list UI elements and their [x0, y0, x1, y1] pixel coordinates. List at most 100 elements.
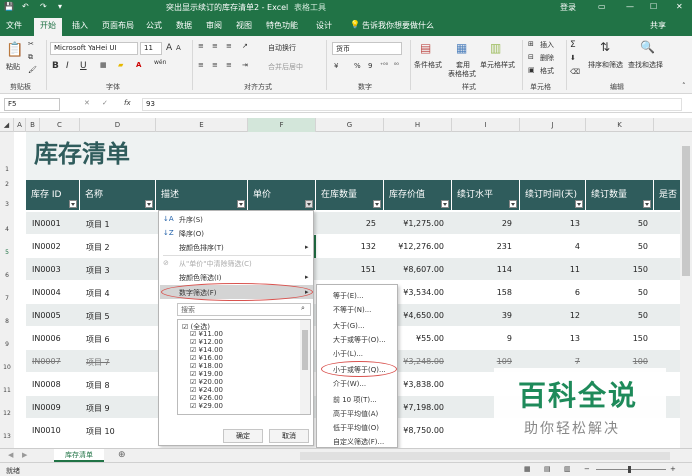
- cell-id[interactable]: IN0007: [32, 357, 61, 366]
- cell-id[interactable]: IN0006: [32, 334, 61, 343]
- autosum-icon[interactable]: Σ: [570, 40, 576, 50]
- cell-level[interactable]: 109: [454, 357, 512, 366]
- font-name-select[interactable]: Microsoft YaHei UI: [50, 42, 138, 55]
- cell-id[interactable]: IN0005: [32, 311, 61, 320]
- list-item[interactable]: ☑ ¥19.00: [190, 370, 223, 378]
- page-layout-icon[interactable]: ▤: [544, 465, 551, 473]
- undo-icon[interactable]: ↶: [22, 2, 29, 11]
- share-button[interactable]: 共享: [650, 20, 666, 31]
- cell-id[interactable]: IN0008: [32, 380, 61, 389]
- grow-font-button[interactable]: A: [166, 43, 172, 53]
- cell-order[interactable]: 150: [586, 334, 648, 343]
- row-header-6[interactable]: 6: [0, 258, 14, 281]
- col-header-g[interactable]: G: [316, 118, 384, 132]
- menu-item-greater[interactable]: 大于(G)...: [333, 321, 365, 331]
- table-format-label[interactable]: 表格格式: [448, 69, 476, 79]
- list-item[interactable]: ☑ ¥24.00: [190, 386, 223, 394]
- currency-button[interactable]: ¥: [334, 62, 338, 70]
- menu-item-below-average[interactable]: 低于平均值(O): [333, 423, 379, 433]
- align-right-icon[interactable]: ≡: [226, 61, 232, 69]
- filter-dropdown-icon[interactable]: [237, 200, 245, 208]
- list-item[interactable]: ☑ ¥11.00: [190, 330, 223, 338]
- tab-review[interactable]: 审阅: [206, 20, 222, 31]
- cell-order[interactable]: 150: [586, 265, 648, 274]
- collapse-ribbon-icon[interactable]: ˄: [682, 82, 686, 90]
- menu-item-not-equals[interactable]: 不等于(N)...: [333, 305, 371, 315]
- menu-item-less[interactable]: 小于(L)...: [333, 349, 363, 359]
- wrap-text-button[interactable]: 自动换行: [268, 43, 296, 53]
- ribbon-options-icon[interactable]: ▭: [598, 2, 606, 11]
- cell-days[interactable]: 6: [520, 288, 580, 297]
- cell-styles-button[interactable]: 单元格样式: [480, 60, 515, 70]
- cell-days[interactable]: 11: [520, 265, 580, 274]
- insert-cells-button[interactable]: 插入: [540, 40, 554, 50]
- fill-icon[interactable]: ⬇: [570, 54, 576, 62]
- format-cells-button[interactable]: 格式: [540, 66, 554, 76]
- col-header-k[interactable]: K: [586, 118, 654, 132]
- select-all-corner[interactable]: ◢: [0, 118, 14, 132]
- paste-icon[interactable]: 📋: [6, 42, 23, 58]
- filter-ok-button[interactable]: 确定: [223, 429, 263, 443]
- comma-button[interactable]: 9: [368, 62, 372, 70]
- list-item[interactable]: ☑ ¥20.00: [190, 378, 223, 386]
- sheet-tab-inventory[interactable]: 库存清单: [54, 449, 104, 462]
- cell-id[interactable]: IN0009: [32, 403, 61, 412]
- conditional-format-icon[interactable]: ▤: [420, 41, 431, 55]
- cell-level[interactable]: 114: [454, 265, 512, 274]
- delete-cells-button[interactable]: 删除: [540, 53, 554, 63]
- filter-dropdown-icon[interactable]: [69, 200, 77, 208]
- row-header-13[interactable]: 13: [0, 419, 14, 448]
- list-item[interactable]: ☑ ¥18.00: [190, 362, 223, 370]
- col-header-i[interactable]: I: [452, 118, 520, 132]
- cell-order[interactable]: 50: [586, 242, 648, 251]
- formula-input[interactable]: 93: [142, 98, 682, 111]
- percent-button[interactable]: %: [354, 62, 361, 70]
- header-inventory-id[interactable]: 库存 ID: [26, 180, 80, 210]
- cell-name[interactable]: 项目 6: [86, 334, 110, 345]
- cell-days[interactable]: 13: [520, 219, 580, 228]
- align-top-icon[interactable]: ≡: [198, 42, 204, 50]
- cell-name[interactable]: 项目 1: [86, 219, 110, 230]
- sort-filter-button[interactable]: 排序和筛选: [588, 60, 623, 70]
- header-stock-value[interactable]: 库存价值: [384, 180, 452, 210]
- fill-color-icon[interactable]: ▰: [118, 61, 123, 69]
- customize-qat-icon[interactable]: ▾: [58, 2, 62, 11]
- normal-view-icon[interactable]: ▦: [524, 465, 531, 473]
- italic-button[interactable]: I: [66, 61, 69, 71]
- tab-design[interactable]: 设计: [316, 20, 332, 31]
- confirm-entry-button[interactable]: ✓: [102, 99, 108, 107]
- cell-name[interactable]: 项目 5: [86, 311, 110, 322]
- cell-level[interactable]: 29: [454, 219, 512, 228]
- conditional-format-button[interactable]: 条件格式: [414, 60, 442, 70]
- col-header-e[interactable]: E: [156, 118, 248, 132]
- page-break-icon[interactable]: ▥: [564, 465, 571, 473]
- filter-dropdown-icon[interactable]: [373, 200, 381, 208]
- tab-features[interactable]: 特色功能: [266, 20, 298, 31]
- col-header-c[interactable]: C: [40, 118, 80, 132]
- cell-name[interactable]: 项目 7: [86, 357, 110, 368]
- row-header-10[interactable]: 10: [0, 350, 14, 373]
- cell-id[interactable]: IN0001: [32, 219, 61, 228]
- align-left-icon[interactable]: ≡: [198, 61, 204, 69]
- increase-decimal-button[interactable]: ⁺⁰⁰: [380, 62, 388, 69]
- horizontal-scrollbar[interactable]: [300, 452, 670, 460]
- col-header-b[interactable]: B: [26, 118, 40, 132]
- row-header-2[interactable]: 2: [0, 180, 14, 190]
- cell-name[interactable]: 项目 8: [86, 380, 110, 391]
- paste-button[interactable]: 粘贴: [6, 62, 20, 72]
- cell-name[interactable]: 项目 9: [86, 403, 110, 414]
- cell-days[interactable]: 7: [520, 357, 580, 366]
- sort-filter-icon[interactable]: ⇅: [600, 40, 610, 54]
- cell-days[interactable]: 13: [520, 334, 580, 343]
- find-select-button[interactable]: 查找和选择: [628, 60, 663, 70]
- bold-button[interactable]: B: [52, 61, 59, 71]
- cell-name[interactable]: 项目 3: [86, 265, 110, 276]
- list-item[interactable]: ☑ ¥26.00: [190, 394, 223, 402]
- copy-icon[interactable]: ⧉: [28, 53, 33, 62]
- menu-item-greater-equal[interactable]: 大于或等于(O)...: [333, 335, 386, 345]
- zoom-in-icon[interactable]: +: [670, 465, 676, 473]
- header-stock-qty[interactable]: 在库数量: [316, 180, 384, 210]
- cell-value[interactable]: ¥8,607.00: [386, 265, 444, 274]
- list-scrollbar-thumb[interactable]: [302, 330, 308, 370]
- zoom-slider-thumb[interactable]: [628, 466, 631, 473]
